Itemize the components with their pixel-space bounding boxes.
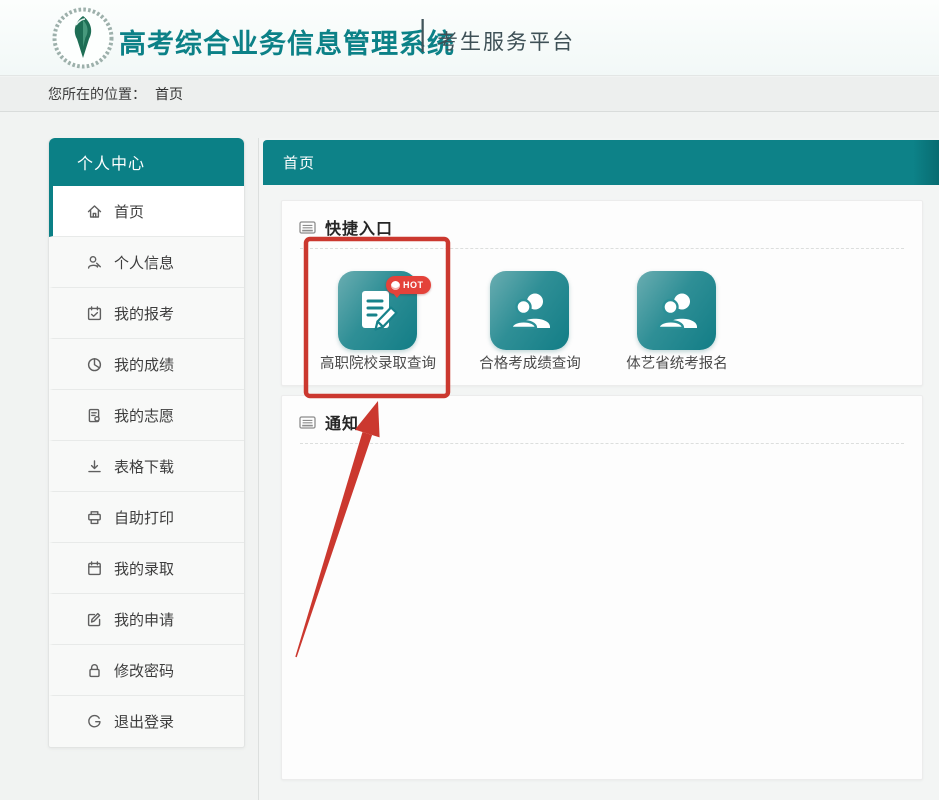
sidebar-header: 个人中心	[49, 138, 244, 186]
sidebar-item-form-download[interactable]: 表格下载	[49, 441, 244, 492]
hot-badge: HOT	[386, 276, 431, 294]
notice-section-head: 通知	[299, 410, 359, 434]
quick-entry-section-head: 快捷入口	[299, 215, 393, 239]
app-subtitle: 考生服务平台	[437, 26, 575, 56]
pie-chart-icon	[86, 356, 103, 373]
title-separator: |	[419, 13, 426, 53]
quick-link-label-qualification-scores[interactable]: 合格考成绩查询	[450, 352, 610, 373]
dashed-divider	[300, 443, 904, 444]
panel-list-icon	[299, 416, 316, 429]
quick-link-admission-query[interactable]: HOT	[338, 271, 417, 350]
sidebar-item-label: 我的报考	[114, 303, 174, 324]
document-icon	[86, 407, 103, 424]
breadcrumb-current-page[interactable]: 首页	[155, 84, 183, 104]
sidebar-item-label: 个人信息	[114, 252, 174, 273]
sidebar-item-label: 我的志愿	[114, 405, 174, 426]
main-page-title: 首页	[283, 152, 315, 173]
panel-list-icon	[299, 221, 316, 234]
sidebar-item-logout[interactable]: 退出登录	[49, 696, 244, 747]
people-icon	[648, 282, 704, 338]
quick-link-label-admission-query[interactable]: 高职院校录取查询	[298, 352, 458, 373]
sidebar-item-label: 首页	[114, 201, 144, 222]
download-icon	[86, 458, 103, 475]
sidebar-item-my-preferences[interactable]: 我的志愿	[49, 390, 244, 441]
sidebar-item-self-print[interactable]: 自助打印	[49, 492, 244, 543]
user-icon	[86, 254, 103, 271]
flame-icon	[391, 281, 400, 290]
sidebar-item-label: 修改密码	[114, 660, 174, 681]
quick-link-sports-arts-registration[interactable]	[637, 271, 716, 350]
calendar-check-icon	[86, 305, 103, 322]
main-content: 首页 快捷入口 HOT	[258, 138, 939, 800]
sidebar-item-label: 我的成绩	[114, 354, 174, 375]
sidebar-item-personal-info[interactable]: 个人信息	[49, 237, 244, 288]
sidebar-item-label: 退出登录	[114, 711, 174, 732]
app-title: 高考综合业务信息管理系统	[119, 22, 455, 61]
edit-icon	[86, 611, 103, 628]
quick-link-label-sports-arts-registration[interactable]: 体艺省统考报名	[597, 352, 757, 373]
sidebar-item-label: 表格下载	[114, 456, 174, 477]
sidebar-item-change-password[interactable]: 修改密码	[49, 645, 244, 696]
breadcrumb-label: 您所在的位置：	[48, 84, 146, 104]
quick-entry-card: 快捷入口 HOT 高职院校录取查询	[281, 200, 923, 386]
breadcrumb: 您所在的位置： 首页	[0, 77, 939, 112]
sidebar-item-label: 我的申请	[114, 609, 174, 630]
app-header: 高考综合业务信息管理系统 | 考生服务平台	[0, 0, 939, 76]
printer-icon	[86, 509, 103, 526]
hot-badge-label: HOT	[403, 280, 424, 290]
app-logo-emblem-icon	[52, 7, 114, 69]
sidebar-item-my-admission[interactable]: 我的录取	[49, 543, 244, 594]
sidebar-item-label: 我的录取	[114, 558, 174, 579]
quick-link-qualification-scores[interactable]	[490, 271, 569, 350]
sidebar-item-my-scores[interactable]: 我的成绩	[49, 339, 244, 390]
lock-icon	[86, 662, 103, 679]
notice-card: 通知	[281, 395, 923, 780]
sidebar-item-label: 自助打印	[114, 507, 174, 528]
app-window: 高考综合业务信息管理系统 | 考生服务平台 您所在的位置： 首页 个人中心 首页…	[0, 0, 939, 800]
sidebar-item-home[interactable]: 首页	[49, 186, 244, 237]
home-icon	[86, 203, 103, 220]
people-icon	[501, 282, 557, 338]
sidebar-item-my-application[interactable]: 我的申请	[49, 594, 244, 645]
sidebar: 个人中心 首页 个人信息 我的报考 我的成绩	[48, 138, 245, 748]
calendar-icon	[86, 560, 103, 577]
main-titlebar: 首页	[263, 140, 939, 185]
logout-icon	[86, 713, 103, 730]
dashed-divider	[300, 248, 904, 249]
notice-title: 通知	[325, 410, 359, 434]
quick-entry-title: 快捷入口	[325, 215, 393, 239]
sidebar-item-my-registration[interactable]: 我的报考	[49, 288, 244, 339]
